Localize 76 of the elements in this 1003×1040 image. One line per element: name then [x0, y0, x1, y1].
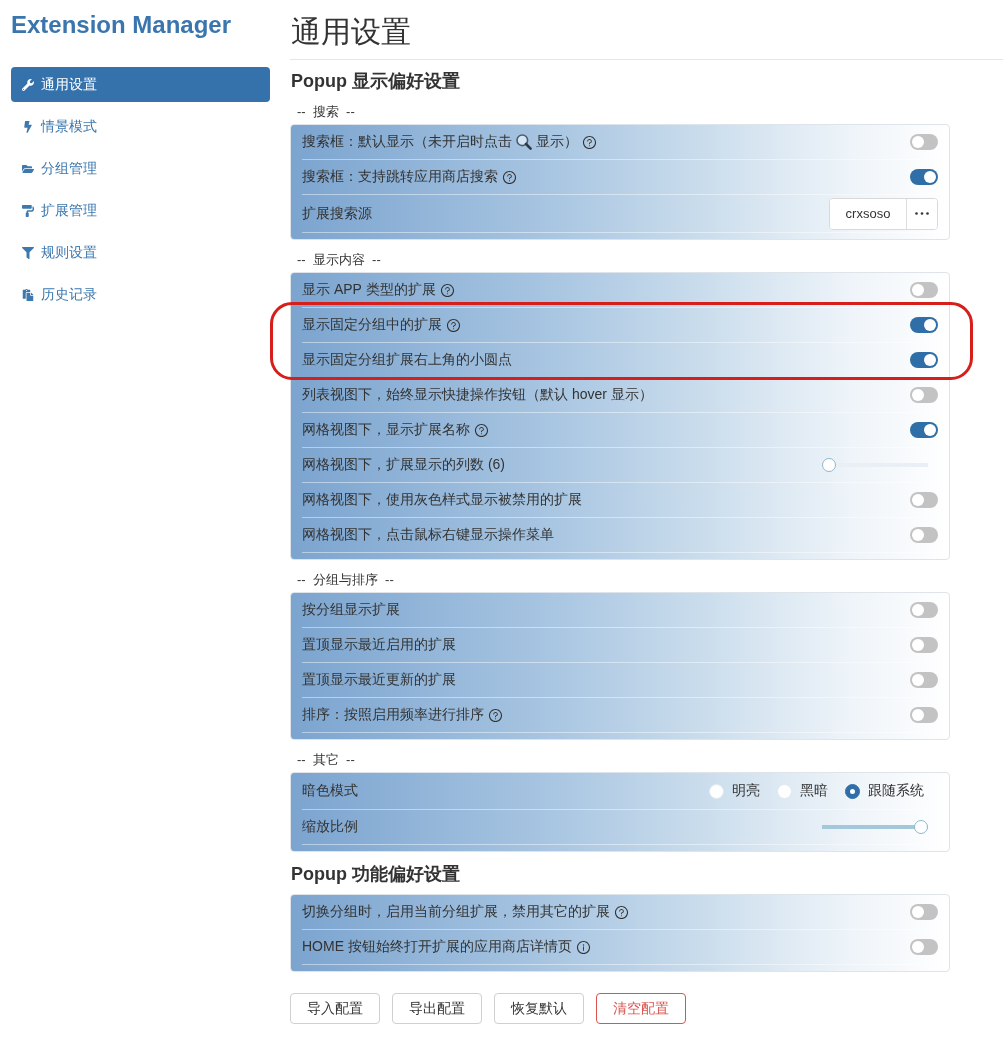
help-icon[interactable] — [488, 707, 503, 723]
paint-roller-icon — [22, 204, 34, 217]
setting-label: 置顶显示最近更新的扩展 — [302, 671, 456, 689]
setting-label: 显示固定分组扩展右上角的小圆点 — [302, 351, 512, 369]
setting-label: HOME 按钮始终打开扩展的应用商店详情页 — [302, 938, 572, 956]
setting-label: 扩展搜索源 — [302, 204, 372, 223]
toggle-switch[interactable] — [910, 637, 938, 653]
action-button[interactable]: 清空配置 — [596, 993, 686, 1024]
section-label: -- 其它 -- — [296, 751, 356, 769]
toggle-switch[interactable] — [910, 602, 938, 618]
help-icon[interactable] — [474, 422, 489, 438]
setting-label: 按分组显示扩展 — [302, 601, 400, 619]
toggle-switch[interactable] — [910, 282, 938, 298]
setting-label: 网格视图下，显示扩展名称 — [302, 421, 470, 439]
setting-label: 排序：按照启用频率进行排序 — [302, 706, 484, 724]
setting-label: 网格视图下，使用灰色样式显示被禁用的扩展 — [302, 491, 582, 509]
toggle-switch[interactable] — [910, 352, 938, 368]
section-label: -- 显示内容 -- — [296, 251, 382, 269]
toggle-switch[interactable] — [910, 422, 938, 438]
sidebar-item[interactable]: 历史记录 — [11, 277, 270, 312]
sidebar-item[interactable]: 情景模式 — [11, 109, 270, 144]
wrench-icon — [22, 78, 34, 91]
sidebar-item[interactable]: 通用设置 — [11, 67, 270, 102]
toggle-switch[interactable] — [910, 939, 938, 955]
clipboard-icon — [22, 288, 34, 301]
setting-label: 切换分组时，启用当前分组扩展，禁用其它的扩展 — [302, 903, 610, 921]
setting-label: 列表视图下，始终显示快捷操作按钮（默认 hover 显示） — [302, 386, 653, 404]
toggle-switch[interactable] — [910, 527, 938, 543]
help-icon[interactable] — [439, 282, 455, 298]
sidebar-item[interactable]: 规则设置 — [11, 235, 270, 270]
setting-label: 缩放比例 — [302, 818, 358, 836]
radio-button[interactable] — [845, 783, 860, 799]
setting-label: 置顶显示最近启用的扩展 — [302, 636, 456, 654]
page-title: 通用设置 — [290, 0, 1003, 60]
setting-label: 网格视图下，扩展显示的列数 (6) — [302, 456, 505, 474]
more-icon — [915, 212, 929, 215]
lightning-icon — [22, 120, 34, 133]
toggle-switch[interactable] — [910, 169, 938, 185]
setting-label: 显示固定分组中的扩展 — [302, 316, 442, 334]
toggle-switch[interactable] — [910, 707, 938, 723]
app-title: Extension Manager — [11, 10, 233, 40]
radio-option[interactable]: 黑暗 — [777, 782, 828, 800]
sidebar-item[interactable]: 扩展管理 — [11, 193, 270, 228]
setting-label: 显示） — [536, 133, 578, 151]
help-icon[interactable] — [446, 317, 461, 333]
search-icon — [516, 134, 532, 150]
toggle-switch[interactable] — [910, 492, 938, 508]
setting-label: 搜索框：默认显示（未开启时点击 — [302, 133, 512, 151]
action-button[interactable]: 导出配置 — [392, 993, 482, 1024]
toggle-switch[interactable] — [910, 672, 938, 688]
section-heading: Popup 功能偏好设置 — [291, 863, 461, 885]
help-icon[interactable] — [614, 904, 629, 920]
sidebar-item[interactable]: 分组管理 — [11, 151, 270, 186]
toggle-switch[interactable] — [910, 134, 938, 150]
folder-icon — [22, 162, 34, 175]
section-label: -- 分组与排序 -- — [296, 571, 395, 589]
slider-thumb[interactable] — [822, 458, 836, 472]
slider-thumb[interactable] — [914, 820, 928, 834]
action-button[interactable]: 恢复默认 — [494, 993, 584, 1024]
setting-label: 显示 APP 类型的扩展 — [302, 281, 436, 299]
funnel-icon — [22, 246, 34, 259]
section-label: -- 搜索 -- — [296, 103, 356, 121]
help-icon[interactable] — [502, 169, 517, 185]
toggle-switch[interactable] — [910, 387, 938, 403]
setting-label: 网格视图下，点击鼠标右键显示操作菜单 — [302, 526, 554, 544]
toggle-switch[interactable] — [910, 904, 938, 920]
source-button[interactable]: crxsoso — [830, 198, 907, 229]
info-icon[interactable] — [575, 939, 591, 955]
radio-option[interactable]: 明亮 — [709, 782, 760, 800]
action-button[interactable]: 导入配置 — [290, 993, 380, 1024]
setting-label: 暗色模式 — [302, 782, 358, 800]
help-icon[interactable] — [582, 134, 597, 150]
radio-option[interactable]: 跟随系统 — [845, 782, 924, 800]
toggle-switch[interactable] — [910, 317, 938, 333]
section-heading: Popup 显示偏好设置 — [291, 70, 461, 92]
setting-label: 搜索框：支持跳转应用商店搜索 — [302, 168, 498, 186]
